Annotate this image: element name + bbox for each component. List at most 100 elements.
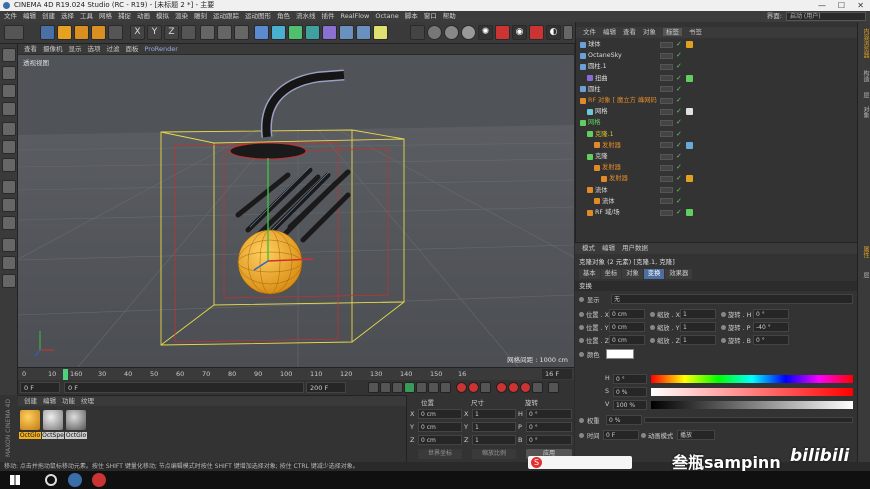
visibility-toggle-icon[interactable] [660,187,673,194]
object-row[interactable]: RF 域/场 ✓ [576,208,858,217]
attr-menu-mode[interactable]: 模式 [582,244,595,252]
timeline-playhead[interactable] [63,369,68,380]
weight-field[interactable]: 0 % [606,415,642,425]
menu-script[interactable]: 脚本 [405,12,418,20]
array-icon[interactable] [305,25,320,40]
next-key-icon[interactable] [428,382,439,393]
hue-slider[interactable] [651,375,853,383]
enable-check-icon[interactable]: ✓ [676,96,682,105]
object-row[interactable]: OctaneSky ✓ [576,51,858,60]
enable-check-icon[interactable]: ✓ [676,141,682,150]
deformer-icon[interactable] [322,25,337,40]
search-icon[interactable] [45,474,57,486]
enable-check-icon[interactable]: ✓ [676,62,682,71]
vp-menu-display[interactable]: 显示 [69,45,82,53]
anim-dot-icon[interactable] [579,433,584,438]
menu-render[interactable]: 渲染 [175,12,188,20]
octane-settings-icon[interactable] [410,25,425,40]
menu-simulate[interactable]: 模拟 [156,12,169,20]
light-icon[interactable] [373,25,388,40]
select-tool-icon[interactable] [40,25,55,40]
quantize-icon[interactable] [2,238,16,252]
x-axis-icon[interactable]: X [130,25,145,40]
record-active-icon[interactable] [456,382,467,393]
points-mode-icon[interactable] [2,122,16,136]
object-tag-icon[interactable] [686,74,693,82]
menu-animate[interactable]: 动画 [137,12,150,20]
anim-dot-icon[interactable] [641,433,646,438]
model-mode-icon[interactable] [2,66,16,80]
menu-sculpt[interactable]: 雕刻 [194,12,207,20]
menu-character[interactable]: 角色 [277,12,290,20]
anim-dot-icon[interactable] [579,352,584,357]
object-tag-icon[interactable] [686,41,693,48]
display-select[interactable]: 无 [611,294,853,304]
goto-end-icon[interactable] [440,382,451,393]
v-field[interactable]: 100 % [613,400,647,410]
record-app-icon[interactable] [92,473,106,487]
prev-frame-icon[interactable] [392,382,403,393]
mat-menu-texture[interactable]: 纹理 [81,397,94,405]
texture-mode-icon[interactable] [2,84,16,98]
enable-check-icon[interactable]: ✓ [676,186,682,195]
undo-icon[interactable] [4,25,24,40]
goto-start-icon[interactable] [368,382,379,393]
keyframe-selection-icon[interactable] [480,382,491,393]
octane-sphere-icon[interactable] [427,25,442,40]
anim-dot-icon[interactable] [650,338,655,343]
material-swatch[interactable] [66,410,86,430]
enable-check-icon[interactable]: ✓ [676,174,682,183]
object-row[interactable]: 流体 ✓ [576,186,858,195]
visibility-toggle-icon[interactable] [660,86,673,93]
octane-render-icon[interactable] [495,25,510,40]
timeline-ruler[interactable]: 0 10 160 30 40 50 60 70 80 90 100 110 12… [18,367,574,380]
menu-plugins[interactable]: 插件 [322,12,335,20]
visibility-toggle-icon[interactable] [660,108,673,115]
menu-create[interactable]: 创建 [42,12,55,20]
rot-b-field[interactable]: 0 ° [753,335,789,345]
camera-record-icon[interactable]: ◉ [512,25,527,40]
object-row[interactable]: 网格 ✓ [576,118,858,127]
contrast-icon[interactable]: ◐ [546,25,561,40]
play-icon[interactable] [404,382,415,393]
object-row[interactable]: 克隆.1 ✓ [576,130,858,139]
enable-check-icon[interactable]: ✓ [676,152,682,161]
coord-pos-x[interactable]: 0 cm [418,409,462,419]
anim-mode-select[interactable]: 播放 [677,430,715,440]
menu-pipeline[interactable]: 流水线 [296,12,316,20]
menu-file[interactable]: 文件 [4,12,17,20]
y-axis-icon[interactable]: Y [147,25,162,40]
enable-check-icon[interactable]: ✓ [676,74,682,83]
visibility-toggle-icon[interactable] [660,198,673,205]
coord-pos-z[interactable]: 0 cm [418,435,462,445]
next-frame-icon[interactable] [416,382,427,393]
side-tab-objects[interactable]: 对象 [859,106,870,118]
attr-tab-transform[interactable]: 变换 [643,269,665,279]
visibility-toggle-icon[interactable] [660,97,673,104]
menu-mesh[interactable]: 网格 [99,12,112,20]
object-row[interactable]: 流体 ✓ [576,197,858,206]
vp-menu-panel[interactable]: 面板 [126,45,139,53]
recent-tool-icon[interactable] [108,25,123,40]
material-swatch[interactable] [43,410,63,430]
vp-menu-prorender[interactable]: ProRender [145,45,178,53]
visibility-toggle-icon[interactable] [660,131,673,138]
axis-mode-icon[interactable] [2,180,16,194]
anim-dot-icon[interactable] [579,297,584,302]
start-frame-field[interactable]: 0 F [20,382,60,393]
floor-icon[interactable] [339,25,354,40]
menu-mograph[interactable]: 运动图形 [245,12,271,20]
obj-menu-tags[interactable]: 标签 [663,28,682,36]
scale-z-field[interactable]: 1 [680,335,716,345]
pos-z-field[interactable]: 0 cm [609,335,645,345]
visibility-toggle-icon[interactable] [660,164,673,171]
more-icon[interactable] [563,25,573,40]
workplane-icon[interactable] [2,102,16,116]
anim-dot-icon[interactable] [650,325,655,330]
anim-dot-icon[interactable] [579,338,584,343]
close-icon[interactable]: ✕ [857,0,864,11]
rotate-tool-icon[interactable] [91,25,106,40]
autokey-icon[interactable] [468,382,479,393]
coord-size-x[interactable]: 1 [472,409,516,419]
layout-select[interactable]: 启动 (用户) [786,12,866,21]
